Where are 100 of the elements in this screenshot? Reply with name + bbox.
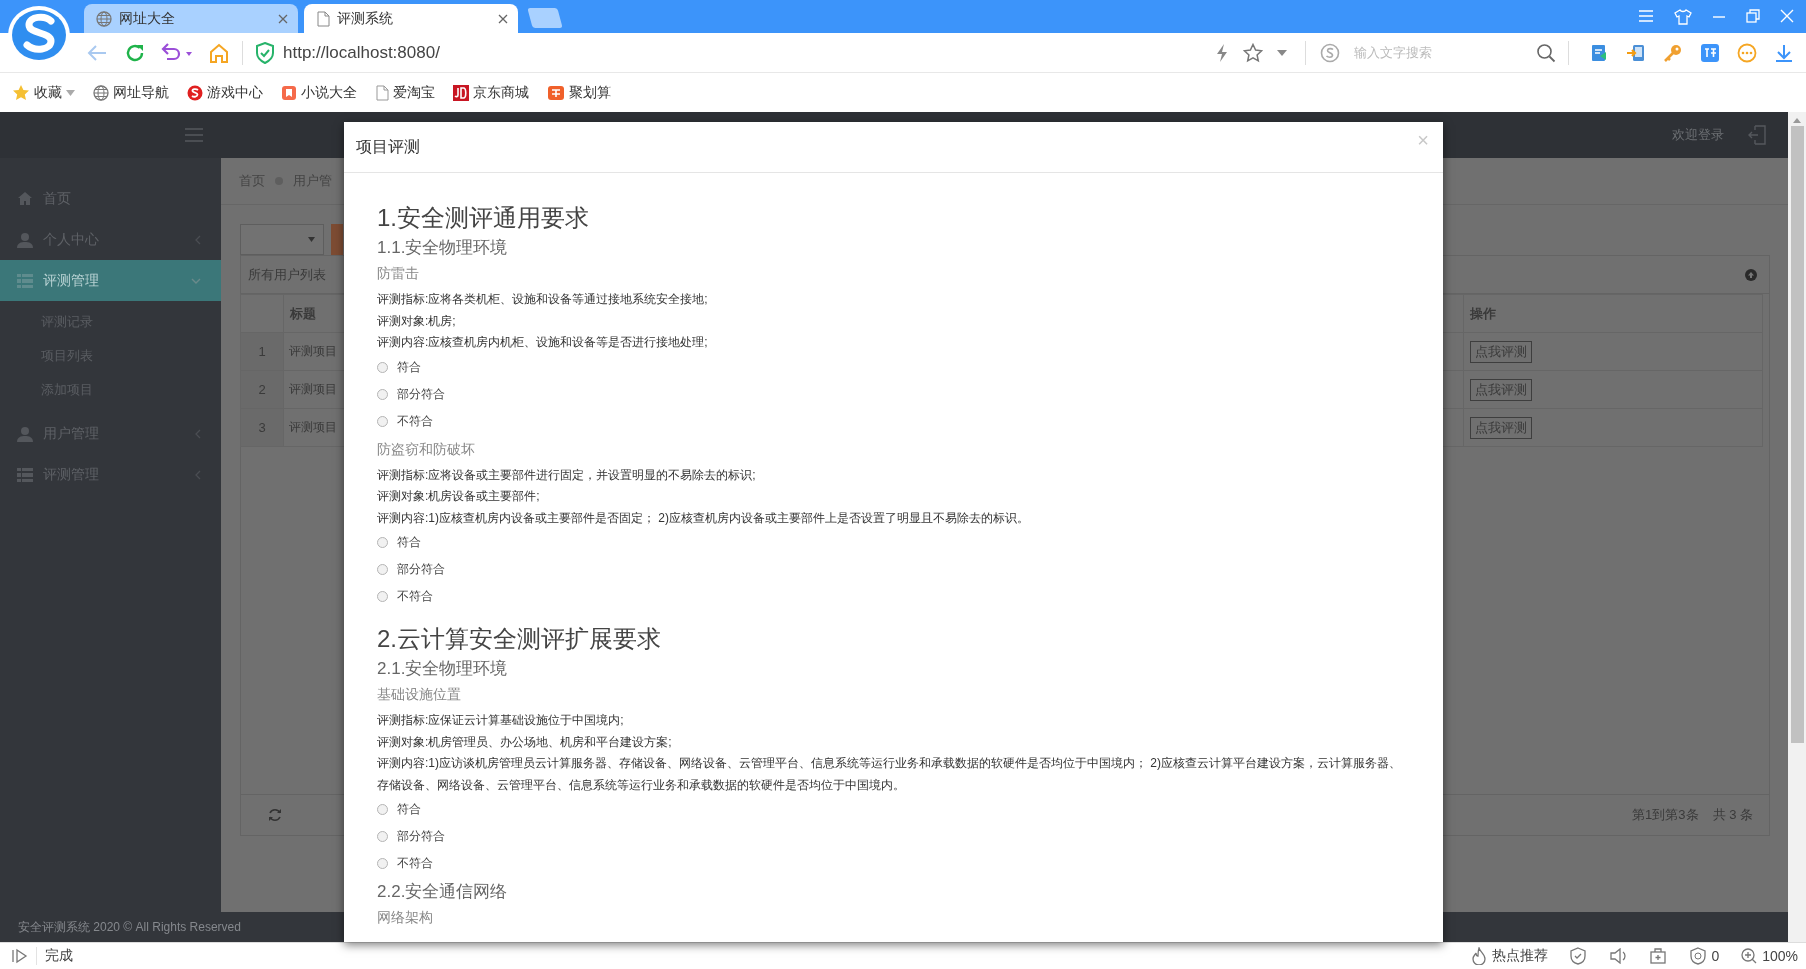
flame-icon	[1471, 947, 1488, 965]
back-icon[interactable]	[86, 42, 108, 63]
criteria-text: 评测指标:应将各类机柜、设施和设备等通过接地系统安全接地;	[377, 291, 709, 308]
shirt-icon[interactable]	[1674, 8, 1692, 25]
home-icon[interactable]	[208, 41, 230, 64]
chevron-down-icon	[191, 277, 201, 284]
criteria-text: 评测指标:应将设备或主要部件进行固定，并设置明显的不易除去的标识;	[377, 466, 757, 484]
radio-label[interactable]: 不符合	[397, 412, 433, 430]
scrollbar-thumb[interactable]	[1790, 126, 1804, 743]
radio-button[interactable]	[377, 361, 388, 373]
bookmark[interactable]: 收藏	[12, 83, 75, 102]
speaker-icon[interactable]	[1610, 948, 1629, 964]
deal-icon	[547, 84, 565, 101]
criteria-text: 评测对象:机房;	[377, 312, 457, 330]
radio-button[interactable]	[377, 858, 388, 869]
list-icon	[17, 467, 33, 482]
star-icon[interactable]	[1243, 42, 1263, 63]
section-heading: 1.安全测评通用要求	[377, 203, 590, 233]
more-icon[interactable]	[1737, 42, 1757, 63]
item-title: 基础设施位置	[377, 685, 462, 704]
user-icon	[17, 425, 33, 442]
bookmark[interactable]: 京东商城	[453, 83, 529, 102]
subsection-heading: 2.2.安全通信网络	[377, 881, 509, 903]
select-field[interactable]	[240, 224, 324, 255]
menu-icon[interactable]	[185, 128, 203, 142]
radio-label[interactable]: 符合	[397, 801, 421, 818]
criteria-text: 评测内容:1)应核查机房内设备或主要部件是否固定； 2)应核查机房内设备或主要部件上是否设置了明显且不易除去的标识。	[377, 509, 1030, 527]
page-icon	[316, 10, 330, 27]
radio-button[interactable]	[377, 804, 388, 815]
criteria-text: 评测指标:应保证云计算基础设施位于中国境内;	[377, 712, 625, 729]
close-icon[interactable]	[498, 13, 508, 24]
globe-icon	[96, 10, 112, 27]
radio-button[interactable]	[377, 388, 388, 400]
bookmark[interactable]: 网址导航	[93, 83, 169, 102]
new-tab-button[interactable]	[527, 8, 563, 28]
logout-icon[interactable]	[1748, 125, 1766, 145]
radio-label[interactable]: 部分符合	[397, 385, 445, 403]
zoom-in-icon	[1741, 948, 1758, 964]
browser-tab[interactable]: 网址大全	[84, 4, 298, 33]
refresh-icon[interactable]	[268, 808, 282, 822]
criteria-text: 评测对象:机房设备或主要部件;	[377, 488, 541, 505]
translate-icon[interactable]	[1700, 42, 1720, 63]
criteria-text: 评测对象:机房管理员、办公场地、机房和平台建设方案;	[377, 733, 673, 751]
lightning-icon[interactable]	[1215, 42, 1229, 63]
radio-label[interactable]: 部分符合	[397, 828, 445, 845]
star-icon	[12, 83, 30, 102]
home-icon	[17, 191, 33, 206]
radio-label[interactable]: 符合	[397, 534, 421, 551]
caret-icon	[308, 237, 315, 242]
status-text: 完成	[45, 947, 73, 965]
key-icon[interactable]	[1663, 42, 1683, 63]
book-icon	[281, 84, 297, 101]
radio-label[interactable]: 不符合	[397, 588, 433, 605]
shop-icon	[453, 84, 469, 101]
tablet-icon[interactable]	[1626, 42, 1646, 63]
subsection-heading: 1.1.安全物理环境	[377, 237, 509, 259]
browser-tab[interactable]: 评测系统	[304, 4, 518, 33]
bookmark[interactable]: 爱淘宝	[375, 83, 435, 102]
search-engine-icon	[1320, 42, 1340, 63]
game-icon	[187, 84, 203, 101]
collapse-icon[interactable]	[1745, 268, 1757, 281]
caret-icon[interactable]	[1277, 49, 1287, 56]
radio-button[interactable]	[377, 831, 388, 842]
radio-button[interactable]	[377, 415, 388, 427]
radio-label[interactable]: 部分符合	[397, 561, 445, 578]
close-icon[interactable]	[278, 13, 288, 24]
radio-button[interactable]	[377, 537, 388, 548]
bookmark[interactable]: 小说大全	[281, 83, 357, 102]
hot-news-button[interactable]: 热点推荐	[1471, 947, 1549, 965]
ad-block-button[interactable]: 0	[1690, 947, 1720, 965]
modal-title: 项目评测	[356, 136, 420, 157]
radio-button[interactable]	[377, 591, 388, 602]
criteria-text: 评测内容:1)应访谈机房管理员云计算服务器、存储设备、网络设备、云管理平台、信息系统等运行业务和承载数据的软硬件是否均位于中国境内； 2)应核查云计算平台建设方案，云计算服务器、存储设备、网络设备、云管理平台、信息系统等运行业务和承载数据的软硬件是否均位于中国境内。	[377, 755, 1402, 794]
welcome-text: 欢迎登录	[1672, 126, 1724, 144]
download-icon[interactable]	[1774, 42, 1794, 63]
shield-icon[interactable]	[1570, 947, 1587, 965]
criteria-text: 评测内容:应核查机房内机柜、设施和设备等是否进行接地处理;	[377, 334, 709, 351]
play-icon[interactable]	[12, 948, 28, 964]
address-field[interactable]: http://localhost:8080/	[283, 42, 440, 63]
list-icon	[17, 273, 33, 288]
globe-icon	[93, 84, 109, 101]
radio-button[interactable]	[377, 564, 388, 575]
undo-icon[interactable]	[160, 42, 194, 63]
radio-label[interactable]: 不符合	[397, 855, 433, 872]
bookmark[interactable]: 游戏中心	[187, 83, 263, 102]
subsection-heading: 2.1.安全物理环境	[377, 658, 509, 680]
ad-shield-icon	[1690, 947, 1707, 965]
caret-icon	[66, 89, 75, 96]
toolbox-icon[interactable]	[1650, 948, 1667, 964]
search-icon[interactable]	[1536, 42, 1556, 63]
user-icon	[17, 231, 33, 248]
restore-icon[interactable]	[1746, 8, 1760, 23]
note-icon[interactable]	[1589, 42, 1609, 63]
search-field[interactable]: 输入文字搜索	[1352, 44, 1536, 61]
bookmark[interactable]: 聚划算	[547, 83, 611, 102]
item-title: 防雷击	[377, 264, 420, 283]
section-heading: 2.云计算安全测评扩展要求	[377, 624, 662, 654]
zoom-button[interactable]: 100%	[1741, 948, 1798, 964]
item-title: 防盗窃和防破坏	[377, 439, 476, 459]
scroll-up-icon[interactable]	[1793, 118, 1801, 123]
